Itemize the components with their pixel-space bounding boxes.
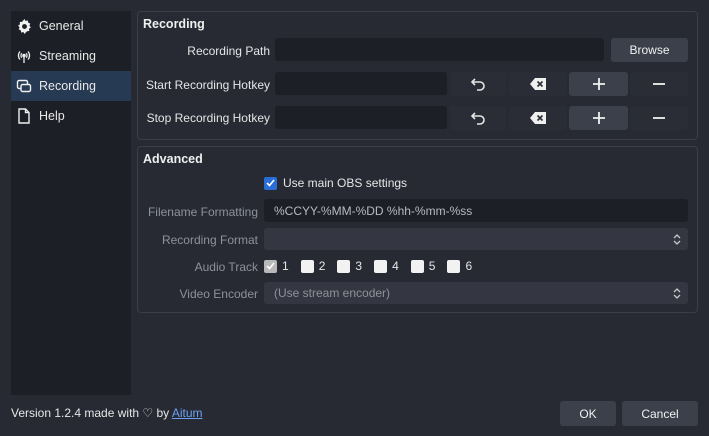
antenna-icon [16, 48, 32, 64]
filename-formatting-input[interactable]: %CCYY-%MM-%DD %hh-%mm-%ss [264, 199, 688, 222]
start-hotkey-input[interactable] [275, 72, 447, 95]
ok-button[interactable]: OK [560, 401, 616, 426]
sidebar-item-label: General [39, 19, 84, 33]
cancel-button[interactable]: Cancel [622, 401, 698, 426]
video-encoder-label: Video Encoder [179, 287, 258, 301]
start-hotkey-revert-button[interactable] [450, 72, 506, 96]
undo-icon [470, 112, 485, 125]
undo-icon [470, 78, 485, 91]
updown-chevron-icon [672, 285, 682, 301]
audio-track-4[interactable]: 4 [374, 259, 399, 273]
filename-formatting-label: Filename Formatting [147, 205, 258, 219]
recording-format-label: Recording Format [161, 233, 258, 247]
use-main-settings-checkbox[interactable]: Use main OBS settings [264, 176, 407, 190]
advanced-group: Advanced Use main OBS settings Filename … [137, 146, 698, 313]
audio-track-2[interactable]: 2 [300, 259, 325, 273]
recording-path-label: Recording Path [187, 44, 270, 58]
stop-hotkey-clear-button[interactable] [509, 106, 567, 130]
gear-icon [16, 18, 32, 34]
audio-track-6[interactable]: 6 [447, 259, 472, 273]
checkbox-unchecked-icon [410, 259, 424, 273]
backspace-icon [530, 112, 546, 124]
advanced-group-title: Advanced [143, 152, 203, 166]
backspace-icon [530, 78, 546, 90]
checkbox-checked-icon [264, 176, 277, 190]
use-main-settings-label: Use main OBS settings [283, 176, 408, 190]
start-hotkey-remove-button[interactable] [630, 72, 688, 96]
audio-track-list: 1 2 3 4 5 6 [264, 259, 484, 273]
start-hotkey-clear-button[interactable] [509, 72, 567, 96]
sidebar-item-label: Help [39, 109, 65, 123]
stop-hotkey-revert-button[interactable] [450, 106, 506, 130]
audio-track-3[interactable]: 3 [337, 259, 362, 273]
audio-track-5[interactable]: 5 [410, 259, 435, 273]
sidebar-item-streaming[interactable]: Streaming [11, 41, 131, 71]
recording-group: Recording Recording Path Browse Start Re… [137, 11, 698, 140]
start-hotkey-label: Start Recording Hotkey [145, 78, 270, 92]
sidebar-item-label: Streaming [39, 49, 96, 63]
checkbox-unchecked-icon [300, 259, 314, 273]
settings-main: Recording Recording Path Browse Start Re… [137, 11, 698, 313]
audio-track-label: Audio Track [194, 260, 258, 274]
sidebar-item-recording[interactable]: Recording [11, 71, 131, 101]
minus-icon [653, 83, 665, 85]
checkbox-unchecked-icon [447, 259, 461, 273]
stop-hotkey-label: Stop Recording Hotkey [146, 111, 270, 125]
plus-icon [592, 112, 605, 124]
stop-hotkey-remove-button[interactable] [630, 106, 688, 130]
stop-hotkey-add-button[interactable] [569, 106, 628, 130]
recording-format-select[interactable] [264, 228, 688, 250]
minus-icon [653, 117, 665, 119]
audio-track-1[interactable]: 1 [264, 259, 289, 273]
recording-icon [16, 78, 32, 94]
plus-icon [592, 78, 605, 90]
aitum-link[interactable]: Aitum [172, 406, 203, 420]
settings-sidebar: General Streaming Recording Help [11, 11, 131, 395]
checkbox-unchecked-icon [337, 259, 351, 273]
sidebar-item-general[interactable]: General [11, 11, 131, 41]
sidebar-item-label: Recording [39, 79, 96, 93]
sidebar-item-help[interactable]: Help [11, 101, 131, 131]
checkbox-unchecked-icon [374, 259, 388, 273]
updown-chevron-icon [672, 231, 682, 247]
version-text: Version 1.2.4 made with ♡ by Aitum [11, 406, 203, 420]
browse-button[interactable]: Browse [611, 38, 688, 62]
recording-group-title: Recording [143, 17, 205, 31]
document-icon [16, 108, 32, 124]
recording-path-input[interactable] [275, 38, 604, 61]
stop-hotkey-input[interactable] [275, 106, 447, 129]
start-hotkey-add-button[interactable] [569, 72, 628, 96]
checkbox-checked-icon [264, 259, 277, 273]
video-encoder-select[interactable]: (Use stream encoder) [264, 282, 688, 304]
